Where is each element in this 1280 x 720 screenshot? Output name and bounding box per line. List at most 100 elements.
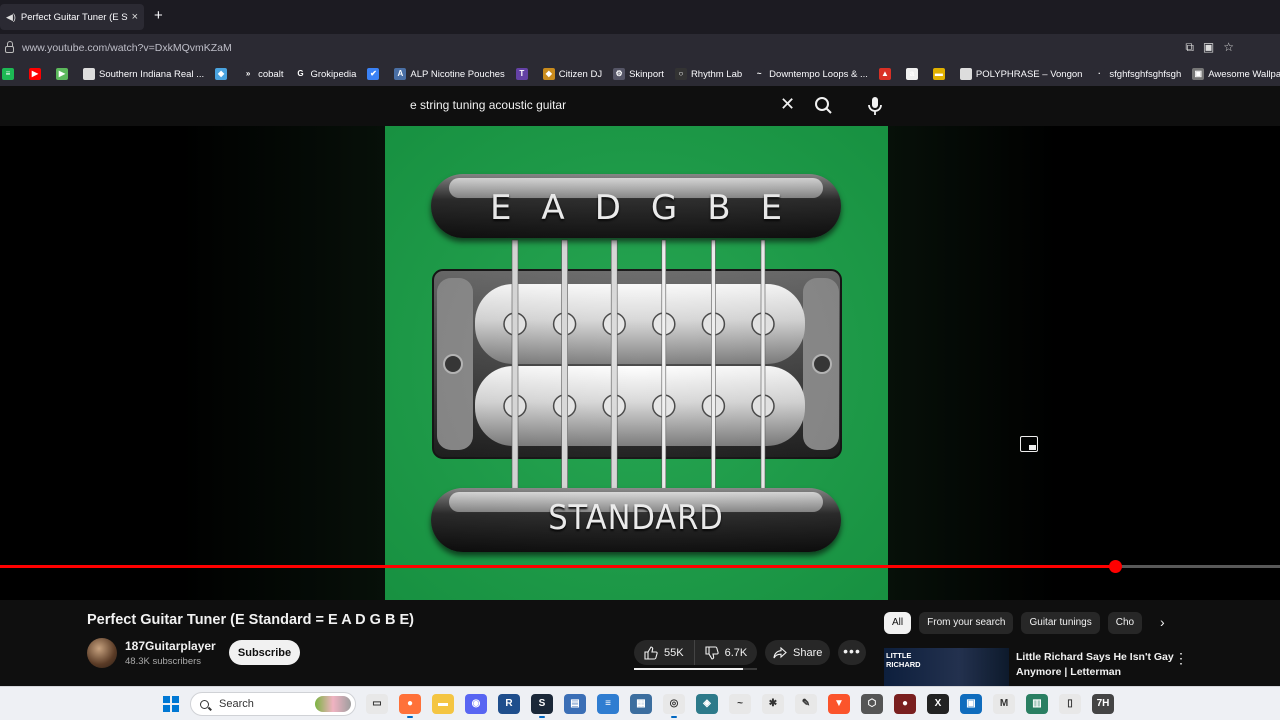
address-bar[interactable]: www.youtube.com/watch?v=DxkMQvmKZaM ⧉ ▣ … [0, 34, 1280, 62]
loops-icon: ~ [753, 68, 766, 80]
recommendation-title[interactable]: Little Richard Says He Isn't Gay Anymore… [1016, 650, 1176, 686]
bookmark-check[interactable]: ✔ [367, 68, 383, 80]
video-frame[interactable]: EADGBE STANDARD [385, 126, 888, 600]
bookmark-polyphrase-vongon[interactable]: POLYPHRASE – Vongon [959, 68, 1082, 80]
miniplayer-icon[interactable] [1020, 436, 1038, 452]
bookmark-youtube[interactable]: ▶ [29, 68, 45, 80]
channel-avatar[interactable] [87, 638, 117, 668]
diamond-icon: ◆ [215, 68, 228, 80]
tab-close-button[interactable]: × [132, 11, 138, 23]
like-button[interactable]: 55K [634, 640, 695, 665]
lock-icon[interactable] [5, 41, 14, 53]
rsi-icon[interactable]: R [498, 694, 520, 714]
translate-icon[interactable]: ⧉ [1185, 40, 1194, 55]
bookmark-warning[interactable]: ▲ [878, 68, 895, 80]
channel-name[interactable]: 187Guitarplayer [125, 639, 216, 653]
like-dislike-group: 55K 6.7K [634, 640, 757, 665]
guitar-string [711, 239, 716, 491]
reader-view-icon[interactable]: ▣ [1203, 40, 1214, 55]
video-info: Perfect Guitar Tuner (E Standard = E A D… [0, 600, 1280, 686]
video-player[interactable]: EADGBE STANDARD [0, 126, 1280, 600]
windows-start-icon[interactable] [163, 696, 179, 712]
chip-guitar-tunings[interactable]: Guitar tunings [1021, 612, 1100, 634]
guitar-string [511, 239, 519, 491]
string-note: D [594, 188, 621, 228]
gmail-icon[interactable]: M [993, 694, 1015, 714]
chevron-right-icon[interactable]: › [1160, 614, 1165, 630]
app4-icon[interactable]: ▥ [1026, 694, 1048, 714]
app5-icon[interactable]: 7H [1092, 694, 1114, 714]
live-icon[interactable]: ~ [729, 694, 751, 714]
like-count: 55K [664, 646, 684, 659]
bookmark-star-icon[interactable]: ☆ [1223, 40, 1234, 55]
polyphrase-icon [959, 68, 972, 80]
search-icon[interactable] [810, 92, 838, 120]
bookmark-southern-indiana-real[interactable]: Southern Indiana Real ... [83, 68, 204, 80]
amazon-icon: a [905, 68, 918, 80]
spider-icon[interactable]: ✱ [762, 694, 784, 714]
bookmark-twitch[interactable]: T [515, 68, 532, 80]
bookmark-alp-nicotine-pouches[interactable]: A ALP Nicotine Pouches [394, 68, 505, 80]
windows-taskbar: Search ▭ ● ▬ ◉ R S ▤ ≡ ▦ ◎ ◈ ~ ✱ ✎ ▼ ⬡ ● X ▣ M ▥ ▯ 7H [0, 686, 1280, 720]
more-actions-button[interactable]: ••• [838, 640, 866, 665]
steam-icon[interactable]: S [531, 694, 553, 718]
subscribe-button[interactable]: Subscribe [229, 640, 300, 665]
bookmark-citizen-dj[interactable]: ◆ Citizen DJ [542, 68, 603, 80]
bookmark-stack[interactable]: ▬ [932, 68, 949, 80]
thumbs-up-icon [644, 645, 658, 660]
app2-icon[interactable]: ◈ [696, 694, 718, 714]
bookmark-grokipedia[interactable]: G Grokipedia [294, 68, 356, 80]
task-view-icon[interactable]: ▭ [366, 694, 388, 714]
app3-icon[interactable]: ● [894, 694, 916, 714]
share-button[interactable]: Share [765, 640, 830, 665]
bookmark-cobalt[interactable]: » cobalt [242, 68, 283, 80]
kebab-menu-icon[interactable]: ⋮ [1174, 650, 1188, 667]
bookmark-diamond[interactable]: ◆ [215, 68, 231, 80]
browser-tab-bar: ◀) Perfect Guitar Tuner (E Stan × + [0, 0, 1280, 34]
file-icon[interactable]: ▯ [1059, 694, 1081, 714]
speaker-icon[interactable]: ◀) [6, 12, 16, 23]
page-icon [83, 68, 95, 80]
chip-all[interactable]: All [884, 612, 912, 634]
calculator-icon[interactable]: ▦ [630, 694, 652, 714]
bookmark-sfghfsghfsghfsgh[interactable]: · sfghfsghfsghfsgh [1093, 68, 1181, 80]
progress-scrubber[interactable] [1108, 560, 1122, 573]
bookmark-spotify[interactable]: ≡ [2, 68, 18, 80]
new-tab-button[interactable]: + [154, 7, 163, 24]
address-bar-actions: ⧉ ▣ ☆ [1185, 40, 1234, 55]
pen-icon[interactable]: ✎ [795, 694, 817, 714]
firefox-icon[interactable]: ● [399, 694, 421, 718]
bookmark-rhythm-lab[interactable]: ○ Rhythm Lab [674, 68, 742, 80]
bookmark-skinport[interactable]: ⚙ Skinport [613, 68, 664, 80]
recommendation-thumbnail[interactable]: LITTLE RICHARD [884, 648, 1009, 686]
url-text[interactable]: www.youtube.com/watch?v=DxkMQvmKZaM [22, 42, 232, 54]
bookmark-label: Citizen DJ [558, 68, 603, 80]
tab-youtube-video[interactable]: ◀) Perfect Guitar Tuner (E Stan × [0, 4, 144, 30]
file-explorer-icon[interactable]: ▬ [432, 694, 454, 714]
bookmark-amazon[interactable]: a [905, 68, 922, 80]
discord-icon[interactable]: ◉ [465, 694, 487, 714]
chip-cho[interactable]: Cho [1107, 612, 1143, 634]
app-icon[interactable]: ▤ [564, 694, 586, 714]
bookmark-downtempo-loops[interactable]: ~ Downtempo Loops & ... [753, 68, 868, 80]
chip-from-your-search[interactable]: From your search [919, 612, 1014, 634]
play-icon: ▶ [56, 68, 68, 80]
bookmark-label: Downtempo Loops & ... [769, 68, 868, 80]
x-icon[interactable]: X [927, 694, 949, 714]
bookmark-awesome-wallpapers[interactable]: ▣Awesome Wallpapers ... [1192, 68, 1280, 80]
hex-icon[interactable]: ⬡ [861, 694, 883, 714]
brave-icon[interactable]: ▼ [828, 694, 850, 714]
string-note: E [760, 188, 783, 228]
clear-search-icon[interactable]: ✕ [780, 95, 795, 113]
string-notes-cap: EADGBE [431, 174, 841, 238]
dislike-button[interactable]: 6.7K [695, 640, 758, 665]
warning-icon: ▲ [878, 68, 891, 80]
search-input[interactable]: e string tuning acoustic guitar [398, 92, 808, 120]
video-progress-bar[interactable] [0, 560, 1280, 573]
bookmark-play[interactable]: ▶ [56, 68, 72, 80]
notepad-icon[interactable]: ≡ [597, 694, 619, 714]
taskbar-search[interactable]: Search [190, 692, 356, 716]
microphone-icon[interactable] [861, 92, 889, 120]
chrome-icon[interactable]: ◎ [663, 694, 685, 718]
window-icon[interactable]: ▣ [960, 694, 982, 714]
